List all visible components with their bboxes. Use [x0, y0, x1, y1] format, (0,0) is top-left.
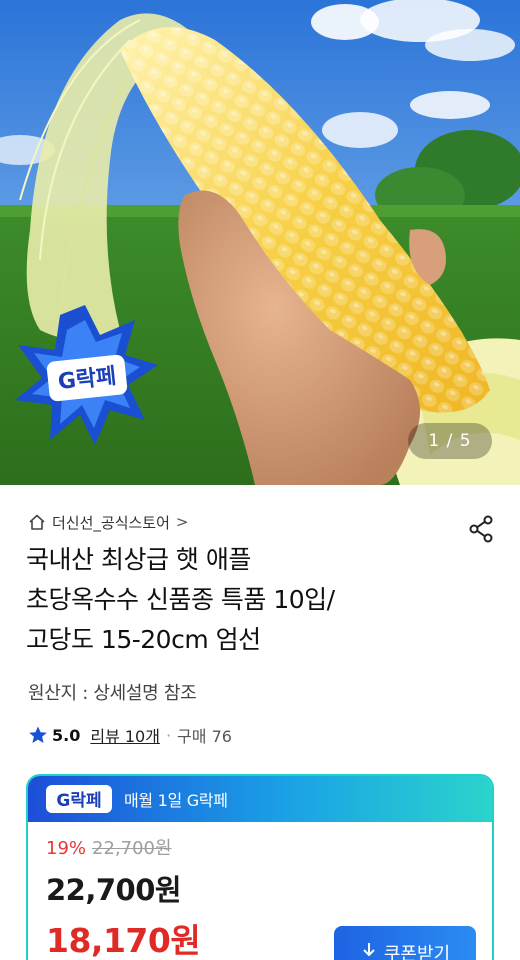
rating-row: 5.0 리뷰 10개 · 구매 76 [28, 723, 232, 747]
product-title-line: 초당옥수수 신품종 특품 10입/ [26, 585, 335, 614]
svg-text:G락페: G락페 [56, 791, 101, 811]
coupon-button-label: 쿠폰받기 [383, 944, 451, 960]
chevron-right-icon: > [175, 513, 189, 531]
image-page-indicator: 1 / 5 [408, 423, 492, 459]
sale-price: 22,700원 [46, 873, 182, 907]
coupon-price: 18,170원 [46, 921, 201, 960]
purchase-count: 구매 76 [177, 727, 232, 746]
price-card: G락페 매월 1일 G락페 19% 22,700원 22,700원 18,170… [26, 774, 494, 960]
product-title-line: 고당도 15-20cm 엄선 [26, 625, 261, 654]
glakpe-burst-badge: G락페 [10, 300, 160, 450]
home-icon [29, 514, 45, 530]
product-title: 국내산 최상급 햇 애플 초당옥수수 신품종 특품 10입/ 고당도 15-20… [26, 540, 496, 660]
store-name: 더신선_공식스토어 [52, 513, 170, 532]
product-title-line: 국내산 최상급 햇 애플 [26, 545, 251, 574]
star-icon [29, 726, 47, 743]
store-link[interactable]: 더신선_공식스토어 > [28, 510, 188, 534]
discount-rate: 19% [46, 838, 87, 859]
separator-dot: · [165, 725, 172, 745]
product-image-carousel[interactable]: G락페 1 / 5 [0, 0, 520, 485]
discount-row: 19% 22,700원 [46, 834, 172, 860]
rating-score: 5.0 [52, 725, 81, 745]
review-count-link[interactable]: 리뷰 10개 [90, 723, 160, 747]
glakpe-logo: G락페 [46, 785, 112, 813]
promo-header[interactable]: G락페 매월 1일 G락페 [28, 776, 492, 822]
coupon-download-button[interactable]: 쿠폰받기 [334, 926, 476, 960]
download-icon [363, 943, 375, 957]
product-origin: 원산지 : 상세설명 참조 [28, 683, 197, 704]
original-price: 22,700원 [92, 838, 172, 859]
promo-header-text: 매월 1일 G락페 [124, 791, 228, 810]
